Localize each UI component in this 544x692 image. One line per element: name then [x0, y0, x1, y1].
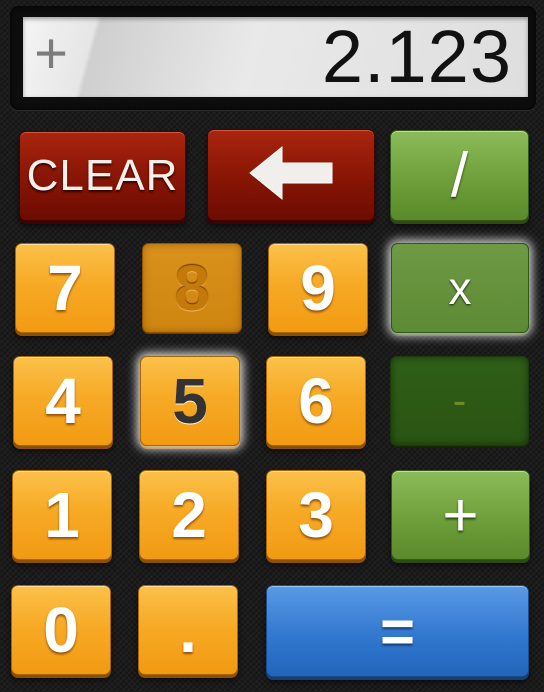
- divide-button[interactable]: /: [390, 130, 529, 221]
- key-7[interactable]: 7: [15, 243, 115, 333]
- calculator-display: + 2.123: [23, 17, 528, 97]
- key-9[interactable]: 9: [268, 243, 368, 333]
- key-8[interactable]: 8: [142, 243, 242, 333]
- key-1-label: 1: [44, 479, 80, 551]
- key-7-label: 7: [47, 252, 83, 324]
- left-arrow-icon: [246, 143, 336, 208]
- key-9-label: 9: [300, 252, 336, 324]
- subtract-button-label: -: [452, 378, 467, 423]
- key-4[interactable]: 4: [13, 356, 113, 446]
- equals-button[interactable]: =: [266, 585, 529, 677]
- key-0-label: 0: [43, 594, 79, 666]
- key-3[interactable]: 3: [266, 470, 366, 560]
- display-operator: +: [34, 21, 68, 86]
- key-0[interactable]: 0: [11, 585, 111, 675]
- key-2-label: 2: [171, 479, 207, 551]
- key-2[interactable]: 2: [139, 470, 239, 560]
- subtract-button[interactable]: -: [390, 356, 529, 446]
- key-1[interactable]: 1: [12, 470, 112, 560]
- multiply-button-label: x: [448, 262, 472, 314]
- key-5[interactable]: 5: [140, 356, 240, 446]
- equals-button-label: =: [379, 597, 416, 665]
- multiply-button[interactable]: x: [391, 243, 529, 333]
- key-6-label: 6: [298, 365, 334, 437]
- divide-button-label: /: [450, 141, 469, 210]
- clear-button[interactable]: CLEAR: [19, 131, 186, 221]
- backspace-button[interactable]: [207, 129, 375, 221]
- key-5-label: 5: [172, 365, 208, 437]
- display-value: 2.123: [321, 15, 512, 98]
- key-6[interactable]: 6: [266, 356, 366, 446]
- key-3-label: 3: [298, 479, 334, 551]
- decimal-button-label: .: [179, 594, 197, 666]
- decimal-button[interactable]: .: [138, 585, 238, 675]
- add-button-label: +: [442, 480, 479, 550]
- add-button[interactable]: +: [391, 470, 530, 560]
- key-4-label: 4: [45, 365, 81, 437]
- clear-button-label: CLEAR: [26, 151, 179, 200]
- key-8-label: 8: [174, 252, 210, 324]
